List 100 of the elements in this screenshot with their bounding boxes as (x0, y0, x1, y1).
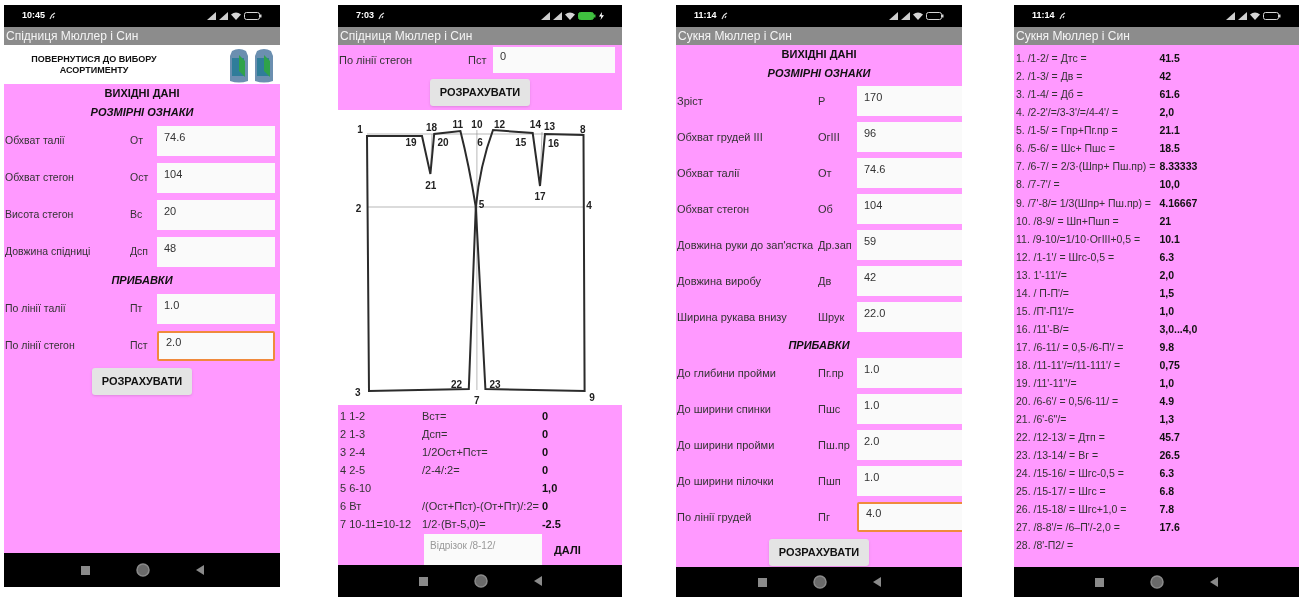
recent-apps-button[interactable] (418, 576, 428, 586)
formula-text: 28. /8'-П2/ = (1016, 538, 1075, 554)
formula-text: Дсп= (422, 426, 449, 442)
step-label: 2 1-3 (340, 426, 367, 442)
status-time: 11:14 (1032, 9, 1055, 23)
abbreviation-label: ОгIII (818, 129, 841, 145)
point-label: 5 (478, 199, 485, 210)
result-value: 41.5 (1159, 51, 1181, 67)
input-field[interactable]: 1.0 (857, 358, 962, 388)
point-label: 12 (494, 119, 506, 130)
formula-text: 23. /13-14/ = Вг = (1016, 448, 1100, 464)
point-label: 20 (437, 137, 449, 148)
back-button[interactable] (533, 576, 542, 586)
subsection-heading: РОЗМІРНІ ОЗНАКИ (89, 104, 195, 120)
input-field[interactable]: 42 (857, 266, 962, 296)
input-field[interactable]: Відрізок /8-12/ (424, 534, 542, 565)
result-value: 2,0 (1159, 105, 1175, 121)
step-label: 6 Вт (340, 498, 363, 514)
calculate-button[interactable]: РОЗРАХУВАТИ (768, 539, 870, 566)
formula-text: 27. /8-8'/= /6–П'/-2,0 = (1016, 520, 1121, 536)
abbreviation-label: Пшс (818, 401, 842, 417)
point-label: 14 (529, 119, 541, 130)
result-value: 0 (541, 408, 550, 424)
back-button[interactable]: ПОВЕРНУТИСЯ ДО ВИБОРУ АСОРТИМЕНТУ (4, 53, 184, 76)
formula-text: 5. /1-5/ = Гпр+Пг.пр = (1016, 123, 1119, 139)
field-label: Довжина виробу (676, 274, 762, 288)
field-label: По лінії грудей (676, 510, 753, 524)
point-label: 6 (477, 137, 483, 148)
input-field[interactable]: 2.0 (157, 330, 275, 361)
input-field[interactable]: 74.6 (157, 125, 275, 156)
input-field[interactable]: 22.0 (857, 302, 962, 332)
wifi-icon (231, 12, 241, 20)
input-field[interactable]: 104 (857, 194, 962, 224)
next-button[interactable]: ДАЛІ (554, 541, 581, 559)
result-value: 0 (541, 462, 550, 478)
notification-icon (378, 12, 385, 20)
recent-apps-button[interactable] (757, 577, 767, 587)
point-label: 17 (534, 191, 546, 202)
formula-text: 4. /2-2'/=/3-3'/=/4-4'/ = (1016, 105, 1120, 121)
input-field[interactable]: 96 (857, 122, 962, 152)
status-time: 10:45 (22, 9, 46, 23)
abbreviation-label: От (818, 165, 833, 181)
back-button[interactable] (195, 565, 204, 575)
subsection-heading: РОЗМІРНІ ОЗНАКИ (766, 65, 872, 81)
field-label: Обхват талії (4, 134, 66, 147)
input-field[interactable]: 59 (857, 230, 962, 260)
input-field[interactable]: 1.0 (857, 466, 962, 496)
back-button[interactable] (1210, 577, 1218, 587)
lightning-icon (599, 12, 604, 20)
field-label: Ширина рукава внизу (676, 310, 788, 324)
calculate-button[interactable]: РОЗРАХУВАТИ (429, 79, 531, 106)
point-label: 9 (589, 392, 595, 403)
formula-text: 11. /9-10/=1/10·ОгIII+0,5 = (1016, 231, 1142, 247)
input-field[interactable]: 20 (157, 199, 275, 230)
formula-text: 26. /15-18/ = Шгс+1,0 = (1016, 502, 1128, 518)
abbreviation-label: Дсп (130, 243, 150, 259)
input-field[interactable]: 4.0 (857, 502, 962, 532)
input-field[interactable]: 104 (157, 162, 275, 193)
back-button[interactable] (872, 577, 881, 587)
recent-apps-button[interactable] (80, 565, 90, 575)
abbreviation-label: Пст (130, 337, 149, 353)
point-label: 11 (452, 119, 463, 130)
home-button[interactable] (135, 563, 150, 577)
formula-text: 3. /1-4/ = Дб = (1016, 87, 1084, 103)
formula-text: 22. /12-13/ = Дтп = (1016, 430, 1106, 446)
bottle-icon (254, 46, 274, 83)
result-value: -2.5 (541, 516, 562, 532)
input-field[interactable]: 170 (857, 86, 962, 116)
point-label: 23 (489, 379, 501, 390)
result-value: 0 (541, 498, 550, 514)
formula-text: 17. /6-11/ = 0,5·/6-П'/ = (1016, 339, 1125, 355)
point-label: 16 (547, 138, 560, 149)
abbreviation-label: Пг.пр (818, 365, 845, 381)
formula-text: 6. /5-6/ = Шс+ Пшс = (1016, 141, 1116, 157)
formula-text: 18. /11-11'/=/11-111'/ = (1016, 357, 1122, 373)
abbreviation-label: Пшп (818, 473, 842, 489)
input-field[interactable]: 2.0 (857, 430, 962, 460)
input-field[interactable]: 48 (157, 236, 275, 267)
abbreviation-label: Др.зап (818, 237, 853, 253)
input-field[interactable]: 0 (493, 47, 615, 73)
home-button[interactable] (473, 574, 488, 588)
home-button[interactable] (1150, 575, 1164, 589)
point-label: 21 (425, 180, 437, 191)
notification-icon (49, 12, 57, 20)
result-value: 9.8 (1159, 339, 1175, 355)
point-label: 13 (544, 121, 556, 132)
abbreviation-label: Пг (818, 509, 831, 525)
result-value: 6.3 (1159, 466, 1175, 482)
result-value: 7.8 (1159, 502, 1175, 518)
formula-text: 21. /6'-6"/= (1016, 412, 1068, 428)
recent-apps-button[interactable] (1095, 577, 1104, 587)
calculate-button[interactable]: РОЗРАХУВАТИ (91, 368, 193, 395)
field-label: До ширини пройми (676, 438, 776, 452)
status-time: 7:03 (356, 9, 374, 23)
input-field[interactable]: 74.6 (857, 158, 962, 188)
notification-icon (720, 12, 728, 20)
input-field[interactable]: 1.0 (857, 394, 962, 424)
input-field[interactable]: 1.0 (157, 293, 275, 324)
formula-text: 1/2Ост+Пст= (422, 444, 489, 460)
home-button[interactable] (812, 575, 827, 589)
